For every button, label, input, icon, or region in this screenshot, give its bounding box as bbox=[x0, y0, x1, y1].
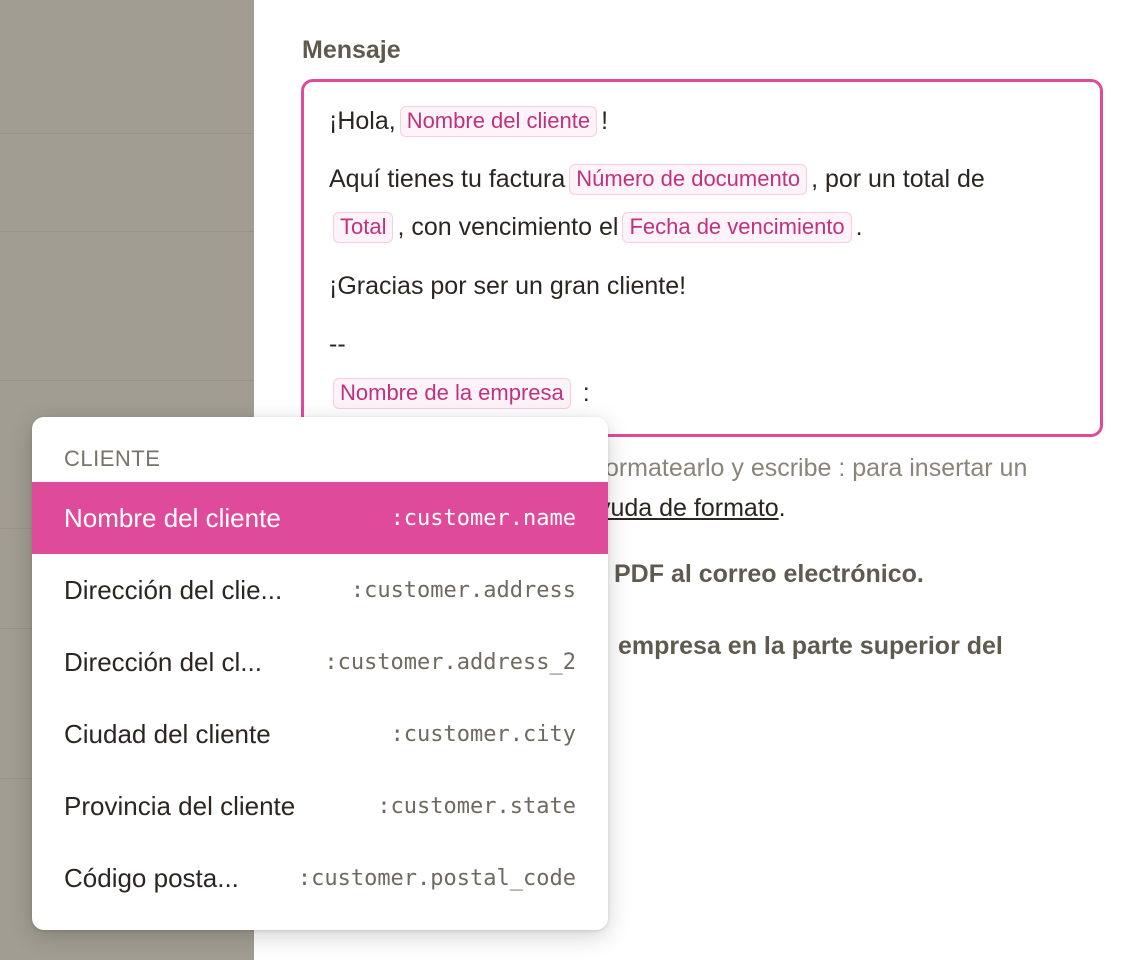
message-line-thanks: ¡Gracias por ser un gran cliente! bbox=[329, 272, 687, 300]
formatting-help-link[interactable]: yuda de formato bbox=[598, 494, 779, 522]
attach-pdf-option-label[interactable]: PDF al correo electrónico. bbox=[614, 560, 924, 589]
divider bbox=[0, 380, 254, 381]
message-line-company: Nombre de la empresa : bbox=[329, 378, 590, 409]
dropdown-item-customer-postal-code[interactable]: Código posta... :customer.postal_code bbox=[32, 842, 608, 914]
token-document-number[interactable]: Número de documento bbox=[569, 164, 808, 195]
dropdown-group-header: CLIENTE bbox=[64, 446, 161, 471]
dropdown-item-customer-city[interactable]: Ciudad del cliente :customer.city bbox=[32, 698, 608, 770]
divider bbox=[0, 133, 254, 134]
message-title: Mensaje bbox=[302, 36, 401, 64]
token-company-name[interactable]: Nombre de la empresa bbox=[333, 378, 571, 409]
message-line-greeting: ¡Hola, Nombre del cliente ! bbox=[329, 106, 609, 137]
divider bbox=[0, 231, 254, 232]
dropdown-item-customer-state[interactable]: Provincia del cliente :customer.state bbox=[32, 770, 608, 842]
dropdown-item-customer-name[interactable]: Nombre del cliente :customer.name bbox=[32, 482, 608, 554]
message-line-total: Total , con vencimiento el Fecha de venc… bbox=[329, 212, 863, 243]
token-due-date[interactable]: Fecha de vencimiento bbox=[622, 212, 852, 243]
dropdown-item-customer-address[interactable]: Dirección del clie... :customer.address bbox=[32, 554, 608, 626]
token-customer-name[interactable]: Nombre del cliente bbox=[399, 106, 598, 137]
placeholder-dropdown: CLIENTE Nombre del cliente :customer.nam… bbox=[32, 417, 608, 930]
dropdown-item-customer-address-2[interactable]: Dirección del cl... :customer.address_2 bbox=[32, 626, 608, 698]
logo-top-option-label[interactable]: empresa en la parte superior del bbox=[618, 632, 1003, 661]
message-editor[interactable]: ¡Hola, Nombre del cliente ! Aquí tienes … bbox=[301, 79, 1103, 437]
token-total[interactable]: Total bbox=[333, 212, 394, 243]
message-line-invoice: Aquí tienes tu factura Número de documen… bbox=[329, 164, 985, 195]
message-line-signature-separator: -- bbox=[329, 330, 346, 358]
